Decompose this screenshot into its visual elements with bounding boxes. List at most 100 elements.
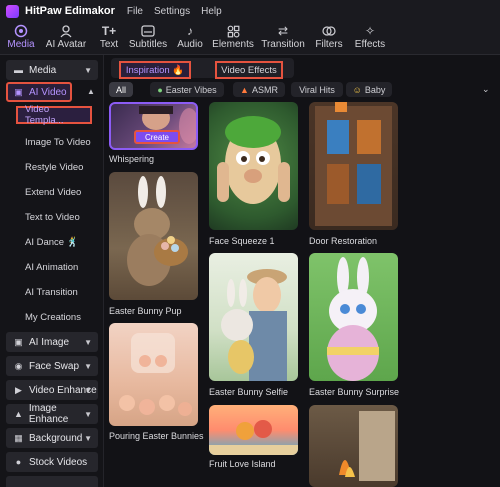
caption-easter-bunny-selfie: Easter Bunny Selfie — [209, 387, 289, 397]
media-icon — [13, 24, 29, 38]
chip-easter-vibes[interactable]: ● Easter Vibes — [150, 82, 224, 97]
caption-fruit-love-island: Fruit Love Island — [209, 459, 276, 469]
image-enhance-icon: ▲ — [13, 409, 23, 419]
chip-all[interactable]: All — [109, 82, 133, 97]
chevron-down-icon: ▼ — [84, 386, 92, 395]
tab-effects[interactable]: ✧ Effects — [350, 22, 390, 54]
tab-filters[interactable]: Filters — [310, 22, 348, 54]
template-easter-bunny-selfie[interactable] — [209, 253, 298, 381]
sidebar-item-my-creations[interactable]: My Creations — [16, 308, 96, 326]
subtitles-icon — [140, 24, 156, 38]
baby-icon: ☺ — [352, 84, 362, 95]
sidebar-ai-video[interactable]: ▣ AI Video — [6, 82, 72, 102]
caption-pouring-easter-bunnies: Pouring Easter Bunnies — [109, 431, 204, 441]
chip-asmr[interactable]: ▲ ASMR — [233, 82, 285, 97]
sidebar: ▬ Media ▼ ▣ AI Video ▲ Video Templa... I… — [0, 55, 104, 487]
tab-subtitles-label: Subtitles — [128, 39, 168, 50]
template-easter-bunny-surprise[interactable] — [309, 253, 398, 381]
sidebar-image-enhance[interactable]: ▲ Image Enhance ▼ — [6, 403, 98, 425]
sidebar-item-extend-video[interactable]: Extend Video — [16, 183, 96, 201]
chip-viral-hits[interactable]: Viral Hits — [291, 82, 343, 97]
pouring-bunnies-thumbnail — [119, 333, 192, 416]
sidebar-media[interactable]: ▬ Media ▼ — [6, 60, 98, 80]
sidebar-item-ai-transition[interactable]: AI Transition — [16, 283, 96, 301]
tab-elements-label: Elements — [212, 39, 254, 50]
sidebar-stock-videos-label: Stock Videos — [29, 456, 88, 468]
template-door-restoration[interactable] — [309, 102, 398, 230]
chevron-down-icon: ▼ — [84, 434, 92, 443]
template-face-squeeze[interactable] — [209, 102, 298, 230]
template-pouring-easter-bunnies[interactable] — [109, 323, 198, 426]
caption-whispering: Whispering — [109, 154, 155, 164]
chevron-up-icon[interactable]: ▲ — [87, 87, 95, 96]
ai-avatar-icon — [58, 24, 74, 38]
tab-elements[interactable]: Elements — [210, 22, 256, 54]
bunny-surprise-thumbnail — [327, 257, 379, 381]
create-button[interactable]: Create — [134, 130, 180, 144]
flame-icon: ▲ — [240, 84, 249, 95]
face-squeeze-thumbnail — [217, 116, 290, 204]
chevron-down-icon: ▼ — [84, 338, 92, 347]
bunny-selfie-thumbnail — [221, 269, 287, 381]
caption-easter-bunny-pup: Easter Bunny Pup — [109, 306, 182, 316]
sidebar-ai-image-label: AI Image — [29, 336, 70, 348]
sidebar-item-restyle-video[interactable]: Restyle Video — [16, 158, 96, 176]
category-tabs: Inspiration 🔥 Video Effects — [111, 58, 294, 79]
partial-bottom-thumbnail — [339, 411, 395, 481]
easter-egg-icon: ● — [157, 84, 163, 95]
image-icon: ▣ — [14, 336, 23, 347]
fruit-love-island-thumbnail — [209, 420, 298, 455]
sidebar-item-text-to-video[interactable]: Text to Video — [16, 208, 96, 226]
sidebar-background[interactable]: ▦ Background ▼ — [6, 428, 98, 448]
sidebar-ai-image[interactable]: ▣ AI Image ▼ — [6, 332, 98, 352]
sidebar-more-partial[interactable] — [6, 476, 98, 487]
chip-viral-hits-label: Viral Hits — [299, 84, 335, 95]
main-toolbar: Media AI Avatar T+ Text Subtitles ♪ Audi… — [0, 22, 500, 54]
chip-easter-vibes-label: Easter Vibes — [165, 84, 217, 95]
caption-door-restoration: Door Restoration — [309, 236, 378, 246]
tab-transition[interactable]: ⇄ Transition — [258, 22, 308, 54]
chip-baby[interactable]: ☺ Baby — [346, 82, 392, 97]
sidebar-stock-videos[interactable]: ● Stock Videos — [6, 452, 98, 472]
chip-baby-label: Baby — [364, 84, 386, 95]
menu-settings[interactable]: Settings — [154, 6, 190, 17]
tab-audio-label: Audio — [177, 39, 203, 50]
tab-ai-avatar-label: AI Avatar — [45, 39, 87, 50]
door-restoration-thumbnail — [315, 102, 392, 226]
template-panel: Inspiration 🔥 Video Effects All ● Easter… — [105, 55, 500, 487]
tab-inspiration[interactable]: Inspiration 🔥 — [119, 61, 191, 79]
caption-easter-bunny-surprise: Easter Bunny Surprise — [309, 387, 400, 397]
tab-video-effects[interactable]: Video Effects — [215, 61, 283, 79]
video-enhance-icon: ▶ — [15, 384, 22, 395]
tab-effects-label: Effects — [354, 39, 386, 50]
menu-help[interactable]: Help — [201, 6, 222, 17]
audio-icon: ♪ — [187, 24, 193, 38]
sidebar-item-image-to-video[interactable]: Image To Video — [16, 133, 96, 151]
tab-media[interactable]: Media — [4, 22, 38, 54]
app-logo-icon — [6, 4, 19, 18]
template-easter-bunny-pup[interactable] — [109, 172, 198, 300]
sidebar-item-ai-dance[interactable]: AI Dance 🕺 — [16, 233, 96, 251]
sidebar-face-swap-label: Face Swap — [29, 360, 80, 372]
sidebar-media-label: Media — [29, 64, 57, 76]
template-fruit-love-island[interactable] — [209, 405, 298, 455]
sidebar-ai-video-label: AI Video — [29, 86, 67, 98]
tab-filters-label: Filters — [315, 39, 343, 50]
tab-audio[interactable]: ♪ Audio — [172, 22, 208, 54]
face-swap-icon: ◉ — [14, 360, 23, 371]
sidebar-item-video-templates[interactable]: Video Templa... — [16, 104, 92, 126]
sidebar-video-enhance[interactable]: ▶ Video Enhance ▼ — [6, 380, 98, 400]
template-partial-bottom[interactable] — [309, 405, 398, 487]
chevron-down-icon[interactable]: ⌄ — [482, 84, 494, 96]
tab-text[interactable]: T+ Text — [94, 22, 124, 54]
chevron-down-icon: ▼ — [84, 362, 92, 371]
tab-subtitles[interactable]: Subtitles — [126, 22, 170, 54]
template-whispering[interactable]: Create — [109, 102, 198, 150]
chevron-down-icon: ▼ — [84, 410, 92, 419]
effects-icon: ✧ — [364, 24, 376, 38]
tab-media-label: Media — [7, 39, 35, 50]
sidebar-face-swap[interactable]: ◉ Face Swap ▼ — [6, 356, 98, 376]
menu-file[interactable]: File — [127, 6, 143, 17]
sidebar-item-ai-animation[interactable]: AI Animation — [16, 258, 96, 276]
tab-ai-avatar[interactable]: AI Avatar — [40, 22, 92, 54]
